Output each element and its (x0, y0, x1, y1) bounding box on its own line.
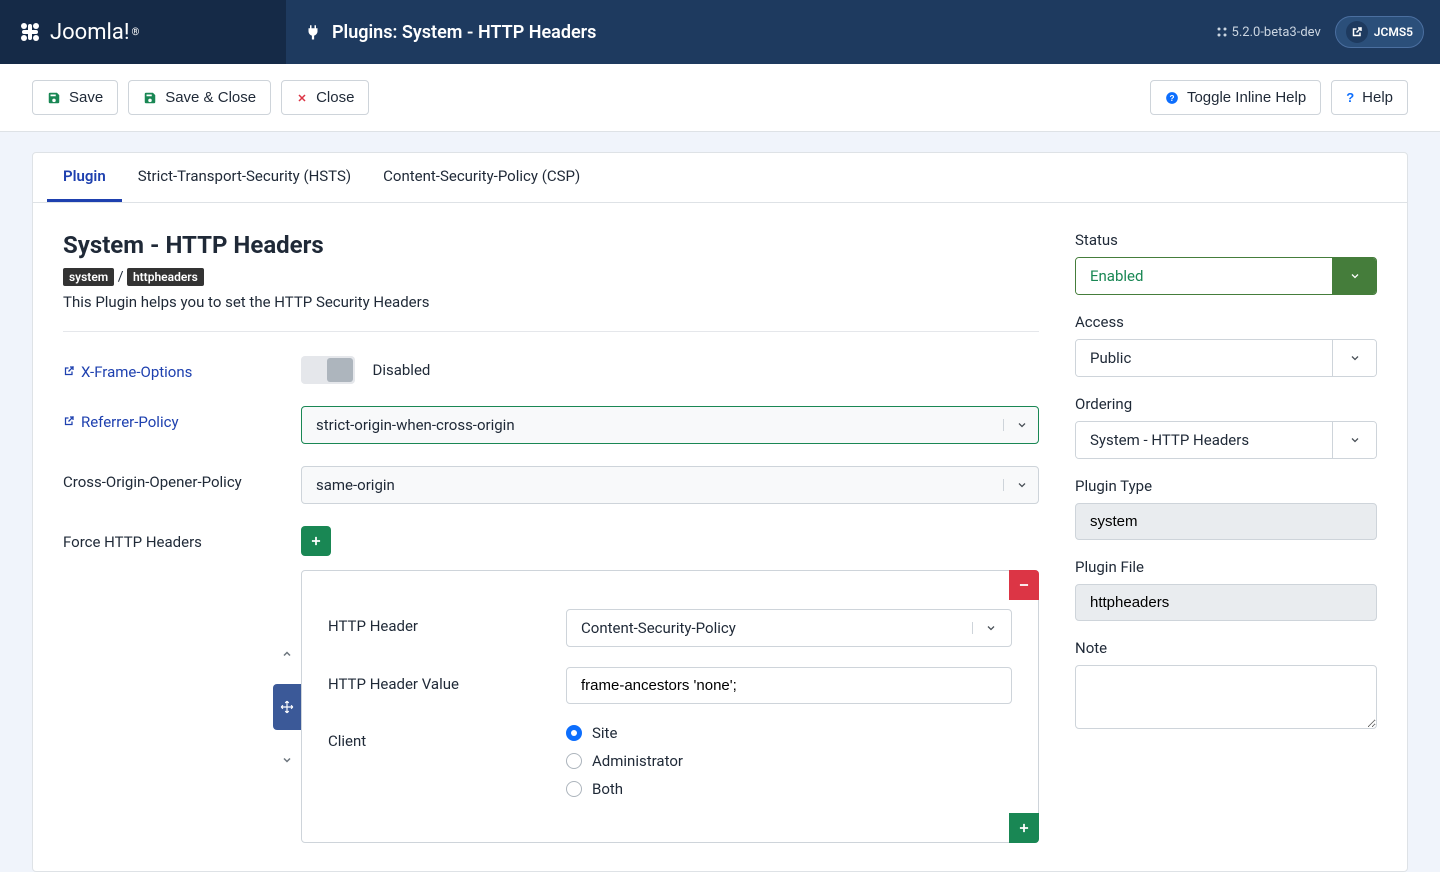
http-header-value-label: HTTP Header Value (328, 667, 566, 704)
force-headers-label: Force HTTP Headers (63, 526, 301, 843)
move-down-button[interactable] (281, 754, 293, 766)
xframe-toggle[interactable] (301, 356, 355, 384)
joomla-icon (18, 20, 42, 44)
header-right: 5.2.0-beta3-dev JCMS5 (1200, 16, 1440, 48)
chevron-down-icon (972, 622, 997, 634)
chevron-down-icon (1332, 258, 1376, 294)
plugin-file-field (1075, 584, 1377, 621)
coop-label: Cross-Origin-Opener-Policy (63, 466, 301, 504)
plugin-file-label: Plugin File (1075, 558, 1377, 576)
note-textarea[interactable] (1075, 665, 1377, 729)
xframe-label-link[interactable]: X-Frame-Options (63, 363, 192, 381)
brand-logo[interactable]: Joomla!® (0, 0, 286, 64)
divider (63, 331, 1039, 332)
folder-tag: system (63, 268, 114, 286)
client-radio-admin[interactable]: Administrator (566, 752, 1012, 770)
close-icon (296, 92, 308, 104)
http-header-value-input[interactable] (566, 667, 1012, 704)
status-label: Status (1075, 231, 1377, 249)
tab-hsts[interactable]: Strict-Transport-Security (HSTS) (122, 153, 367, 202)
save-icon (47, 91, 61, 105)
add-row-button[interactable] (301, 526, 331, 556)
save-button[interactable]: Save (32, 80, 118, 115)
radio-icon (566, 725, 582, 741)
save-close-button[interactable]: Save & Close (128, 80, 271, 115)
save-icon (143, 91, 157, 105)
element-tag: httpheaders (127, 268, 204, 286)
toggle-inline-help-button[interactable]: ? Toggle Inline Help (1150, 80, 1321, 115)
http-header-label: HTTP Header (328, 609, 566, 647)
subform-row: HTTP Header Content-Security-Policy (301, 570, 1039, 843)
site-badge[interactable]: JCMS5 (1335, 16, 1424, 48)
client-label: Client (328, 724, 566, 798)
chevron-down-icon (1332, 340, 1376, 376)
client-radio-site[interactable]: Site (566, 724, 1012, 742)
plugin-type-field (1075, 503, 1377, 540)
svg-text:?: ? (1169, 93, 1174, 102)
http-header-select[interactable]: Content-Security-Policy (566, 609, 1012, 647)
brand-name: Joomla! (50, 20, 130, 45)
ordering-select[interactable]: System - HTTP Headers (1075, 421, 1377, 459)
remove-row-button[interactable] (1009, 570, 1039, 600)
add-row-below-button[interactable] (1009, 813, 1039, 843)
referrer-select[interactable]: strict-origin-when-cross-origin (301, 406, 1039, 444)
external-link-icon (1346, 21, 1368, 43)
tab-csp[interactable]: Content-Security-Policy (CSP) (367, 153, 596, 202)
info-icon: ? (1165, 91, 1179, 105)
chevron-down-icon (1332, 422, 1376, 458)
plug-icon (304, 23, 322, 41)
joomla-small-icon (1216, 26, 1228, 38)
plugin-title: System - HTTP Headers (63, 231, 1039, 259)
toolbar: Save Save & Close Close ? Toggle Inline … (0, 64, 1440, 132)
help-button[interactable]: ? Help (1331, 80, 1408, 115)
radio-icon (566, 753, 582, 769)
help-icon: ? (1346, 90, 1354, 105)
note-label: Note (1075, 639, 1377, 657)
external-link-icon (63, 366, 78, 380)
version-badge[interactable]: 5.2.0-beta3-dev (1216, 25, 1321, 40)
drag-handle[interactable] (273, 684, 301, 730)
ordering-label: Ordering (1075, 395, 1377, 413)
form-card: Plugin Strict-Transport-Security (HSTS) … (32, 152, 1408, 872)
app-header: Joomla!® Plugins: System - HTTP Headers … (0, 0, 1440, 64)
move-up-button[interactable] (281, 648, 293, 660)
tabs: Plugin Strict-Transport-Security (HSTS) … (33, 153, 1407, 203)
referrer-label-link[interactable]: Referrer-Policy (63, 413, 179, 431)
plugin-type-label: Plugin Type (1075, 477, 1377, 495)
row-handle (273, 570, 301, 843)
page-title: Plugins: System - HTTP Headers (332, 22, 596, 43)
radio-icon (566, 781, 582, 797)
xframe-state: Disabled (372, 361, 430, 379)
plugin-description: This Plugin helps you to set the HTTP Se… (63, 293, 1039, 311)
chevron-down-icon (1003, 479, 1028, 491)
access-label: Access (1075, 313, 1377, 331)
client-radio-both[interactable]: Both (566, 780, 1012, 798)
tab-plugin[interactable]: Plugin (47, 153, 122, 202)
access-select[interactable]: Public (1075, 339, 1377, 377)
status-select[interactable]: Enabled (1075, 257, 1377, 295)
coop-select[interactable]: same-origin (301, 466, 1039, 504)
close-button[interactable]: Close (281, 80, 369, 115)
page-title-area: Plugins: System - HTTP Headers (286, 22, 1200, 43)
external-link-icon (63, 416, 78, 430)
chevron-down-icon (1003, 419, 1028, 431)
plugin-tags: system / httpheaders (63, 269, 1039, 285)
sidebar: Status Enabled Access Public (1075, 231, 1377, 843)
